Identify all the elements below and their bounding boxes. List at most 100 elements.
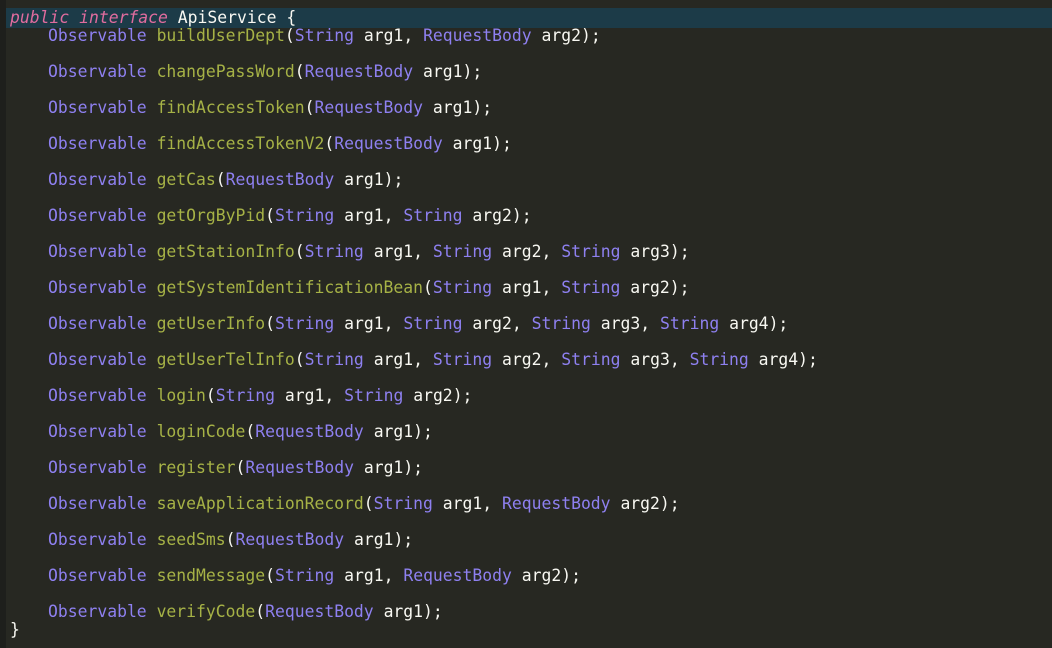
- code-editor[interactable]: public interface ApiService { Observable…: [0, 0, 1052, 648]
- param-type: String: [531, 314, 591, 333]
- method-line[interactable]: Observable login(String arg1, String arg…: [10, 386, 472, 406]
- editor-gutter: [0, 0, 6, 648]
- method-line[interactable]: Observable getUserTelInfo(String arg1, S…: [10, 350, 818, 370]
- return-type: Observable: [48, 242, 147, 261]
- method-line[interactable]: Observable buildUserDept(String arg1, Re…: [10, 26, 601, 46]
- param-name: arg1: [344, 206, 384, 225]
- param-type: RequestBody: [334, 134, 443, 153]
- param-name: arg3: [630, 242, 670, 261]
- param-name: arg1: [373, 422, 414, 441]
- return-type: Observable: [48, 278, 147, 297]
- param-type: String: [344, 386, 404, 405]
- param-type: String: [432, 350, 493, 369]
- param-type: RequestBody: [225, 170, 335, 189]
- interface-keyword: interface: [79, 8, 168, 27]
- param-type: RequestBody: [423, 26, 532, 45]
- param-type: String: [275, 314, 335, 333]
- closing-brace-line[interactable]: }: [10, 620, 20, 640]
- method-line[interactable]: Observable getCas(RequestBody arg1);: [10, 170, 403, 190]
- close-brace: }: [10, 620, 20, 639]
- param-name: arg3: [600, 314, 641, 333]
- param-type: String: [304, 350, 364, 369]
- method-line[interactable]: Observable seedSms(RequestBody arg1);: [10, 530, 413, 550]
- method-name: getCas: [156, 170, 216, 189]
- method-line[interactable]: Observable getOrgByPid(String arg1, Stri…: [10, 206, 532, 226]
- return-type: Observable: [48, 134, 147, 153]
- interface-declaration-line[interactable]: public interface ApiService {: [6, 8, 1052, 28]
- return-type: Observable: [48, 314, 147, 333]
- param-name: arg1: [363, 458, 404, 477]
- method-name: changePassWord: [156, 62, 295, 81]
- param-name: arg4: [729, 314, 769, 333]
- param-name: arg1: [344, 314, 384, 333]
- param-type: RequestBody: [245, 458, 354, 477]
- method-line[interactable]: Observable getSystemIdentificationBean(S…: [10, 278, 690, 298]
- param-type: RequestBody: [314, 98, 424, 117]
- return-type: Observable: [48, 350, 147, 369]
- param-type: String: [561, 278, 621, 297]
- method-line[interactable]: Observable findAccessTokenV2(RequestBody…: [10, 134, 512, 154]
- param-type: RequestBody: [235, 530, 345, 549]
- param-name: arg2: [472, 314, 512, 333]
- method-name: buildUserDept: [156, 26, 285, 45]
- open-brace: {: [276, 8, 297, 27]
- param-name: arg1: [501, 278, 542, 297]
- param-type: String: [561, 350, 621, 369]
- param-type: String: [432, 242, 493, 261]
- method-line[interactable]: Observable sendMessage(String arg1, Requ…: [10, 566, 581, 586]
- return-type: Observable: [48, 530, 147, 549]
- param-type: String: [403, 314, 463, 333]
- method-name: saveApplicationRecord: [156, 494, 364, 513]
- method-line[interactable]: Observable register(RequestBody arg1);: [10, 458, 423, 478]
- return-type: Observable: [48, 62, 147, 81]
- param-type: String: [275, 206, 335, 225]
- method-line[interactable]: Observable getUserInfo(String arg1, Stri…: [10, 314, 788, 334]
- return-type: Observable: [48, 602, 147, 621]
- method-name: getOrgByPid: [156, 206, 266, 225]
- method-name: seedSms: [156, 530, 226, 549]
- method-line[interactable]: Observable loginCode(RequestBody arg1);: [10, 422, 433, 442]
- method-line[interactable]: Observable findAccessToken(RequestBody a…: [10, 98, 492, 118]
- param-name: arg2: [472, 206, 512, 225]
- param-name: arg1: [432, 98, 473, 117]
- param-name: arg2: [502, 242, 542, 261]
- param-type: String: [561, 242, 621, 261]
- param-name: arg1: [423, 62, 463, 81]
- param-name: arg1: [344, 566, 384, 585]
- param-type: String: [275, 566, 335, 585]
- method-line[interactable]: Observable getStationInfo(String arg1, S…: [10, 242, 690, 262]
- param-name: arg3: [630, 350, 670, 369]
- param-type: String: [659, 314, 720, 333]
- param-type: RequestBody: [265, 602, 374, 621]
- param-name: arg1: [452, 134, 493, 153]
- param-name: arg2: [502, 350, 542, 369]
- param-name: arg1: [284, 386, 325, 405]
- return-type: Observable: [48, 98, 147, 117]
- method-line[interactable]: Observable verifyCode(RequestBody arg1);: [10, 602, 443, 622]
- param-type: String: [403, 206, 463, 225]
- param-name: arg1: [383, 602, 424, 621]
- return-type: Observable: [48, 494, 147, 513]
- method-line[interactable]: Observable changePassWord(RequestBody ar…: [10, 62, 482, 82]
- param-name: arg1: [363, 26, 404, 45]
- return-type: Observable: [48, 386, 147, 405]
- interface-name: ApiService: [177, 8, 277, 27]
- method-name: register: [156, 458, 236, 477]
- param-name: arg1: [344, 170, 384, 189]
- return-type: Observable: [48, 566, 147, 585]
- param-type: String: [294, 26, 354, 45]
- public-keyword: public: [10, 8, 70, 27]
- method-name: findAccessTokenV2: [156, 134, 325, 153]
- param-type: RequestBody: [502, 494, 611, 513]
- method-name: getUserInfo: [156, 314, 266, 333]
- method-line[interactable]: Observable saveApplicationRecord(String …: [10, 494, 680, 514]
- param-type: String: [689, 350, 749, 369]
- param-type: String: [432, 278, 493, 297]
- param-name: arg2: [630, 278, 670, 297]
- method-name: getUserTelInfo: [156, 350, 295, 369]
- param-name: arg2: [521, 566, 562, 585]
- param-name: arg1: [353, 530, 394, 549]
- param-name: arg2: [620, 494, 660, 513]
- return-type: Observable: [48, 422, 147, 441]
- param-type: String: [215, 386, 275, 405]
